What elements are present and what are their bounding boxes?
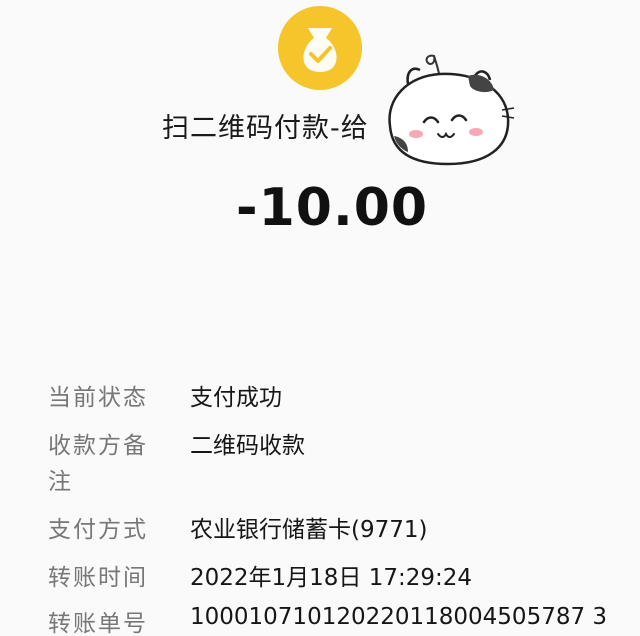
cat-sticker bbox=[378, 48, 518, 178]
remark-label-continued: 注 bbox=[48, 469, 73, 495]
remark-value: 二维码收款 bbox=[190, 433, 305, 459]
remark-label: 收款方备 bbox=[48, 433, 148, 459]
payment-method-value: 农业银行储蓄卡(9771) bbox=[190, 517, 428, 543]
transfer-time-label: 转账时间 bbox=[48, 565, 148, 591]
money-bag-icon bbox=[278, 6, 362, 90]
page-title: 扫二维码付款-给 bbox=[162, 113, 369, 144]
transfer-order-value: 100010710120220118004505787 3 bbox=[190, 604, 608, 630]
payment-amount: -10.00 bbox=[236, 178, 429, 238]
status-value: 支付成功 bbox=[190, 385, 282, 411]
transfer-time-value: 2022年1月18日 17:29:24 bbox=[190, 565, 473, 591]
payment-method-label: 支付方式 bbox=[48, 517, 148, 543]
status-label: 当前状态 bbox=[48, 385, 148, 411]
payment-detail-page: 扫二维码付款-给 -10.00 当前状态 支付成功 收款方备 注 二维码收款 支… bbox=[0, 0, 640, 636]
transfer-order-label: 转账单号 bbox=[48, 611, 148, 636]
